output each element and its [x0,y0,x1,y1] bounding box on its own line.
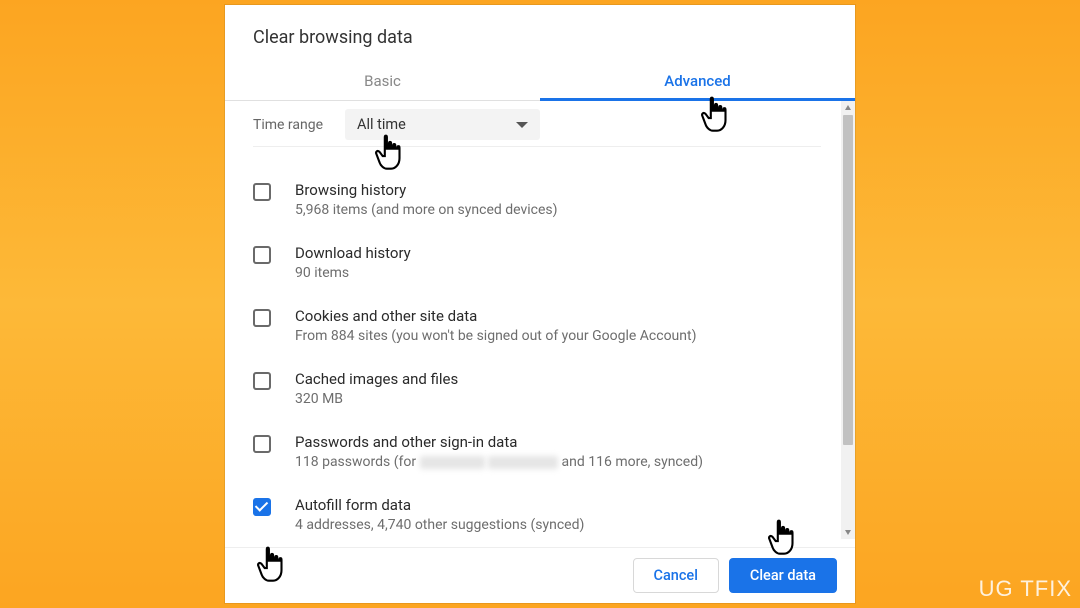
list-item-browsing-history: Browsing history 5,968 items (and more o… [253,169,821,232]
item-title: Cookies and other site data [295,307,821,325]
scrollbar-thumb[interactable] [843,115,853,445]
button-bar: Cancel Clear data [225,547,855,593]
watermark: UG TFIX [979,576,1072,602]
checkbox-cookies[interactable] [253,309,271,327]
list-item-autofill: Autofill form data 4 addresses, 4,740 ot… [253,484,821,547]
time-range-row: Time range All time [253,101,821,147]
time-range-select[interactable]: All time [345,109,540,140]
list-item-passwords: Passwords and other sign-in data 118 pas… [253,421,821,484]
list-item-cached: Cached images and files 320 MB [253,358,821,421]
checkbox-cached[interactable] [253,372,271,390]
checkbox-autofill[interactable] [253,498,271,516]
data-type-list: Browsing history 5,968 items (and more o… [253,149,821,547]
cancel-button[interactable]: Cancel [633,558,719,593]
list-item-cookies: Cookies and other site data From 884 sit… [253,295,821,358]
item-title: Download history [295,244,821,262]
dialog-content: Time range All time Browsing history 5,9… [225,101,841,547]
item-title: Cached images and files [295,370,821,388]
item-subtitle: 90 items [295,265,821,281]
time-range-value: All time [357,116,406,133]
item-title: Autofill form data [295,496,821,514]
item-subtitle: From 884 sites (you won't be signed out … [295,328,821,344]
item-subtitle: 118 passwords (for and 116 more, synced) [295,454,821,470]
checkbox-passwords[interactable] [253,435,271,453]
item-subtitle: 320 MB [295,391,821,407]
item-subtitle: 5,968 items (and more on synced devices) [295,202,821,218]
chevron-down-icon [516,122,528,128]
item-title: Passwords and other sign-in data [295,433,821,451]
checkbox-download-history[interactable] [253,246,271,264]
dialog-title: Clear browsing data [225,5,855,60]
time-range-label: Time range [253,117,323,133]
list-item-download-history: Download history 90 items [253,232,821,295]
tab-basic[interactable]: Basic [225,60,540,100]
tab-advanced[interactable]: Advanced [540,60,855,100]
clear-browsing-data-dialog: Clear browsing data Basic Advanced Time … [225,5,855,603]
tab-bar: Basic Advanced [225,60,855,101]
scrollbar[interactable] [841,101,855,539]
checkbox-browsing-history[interactable] [253,183,271,201]
item-subtitle: 4 addresses, 4,740 other suggestions (sy… [295,517,821,533]
item-title: Browsing history [295,181,821,199]
clear-data-button[interactable]: Clear data [729,558,837,593]
